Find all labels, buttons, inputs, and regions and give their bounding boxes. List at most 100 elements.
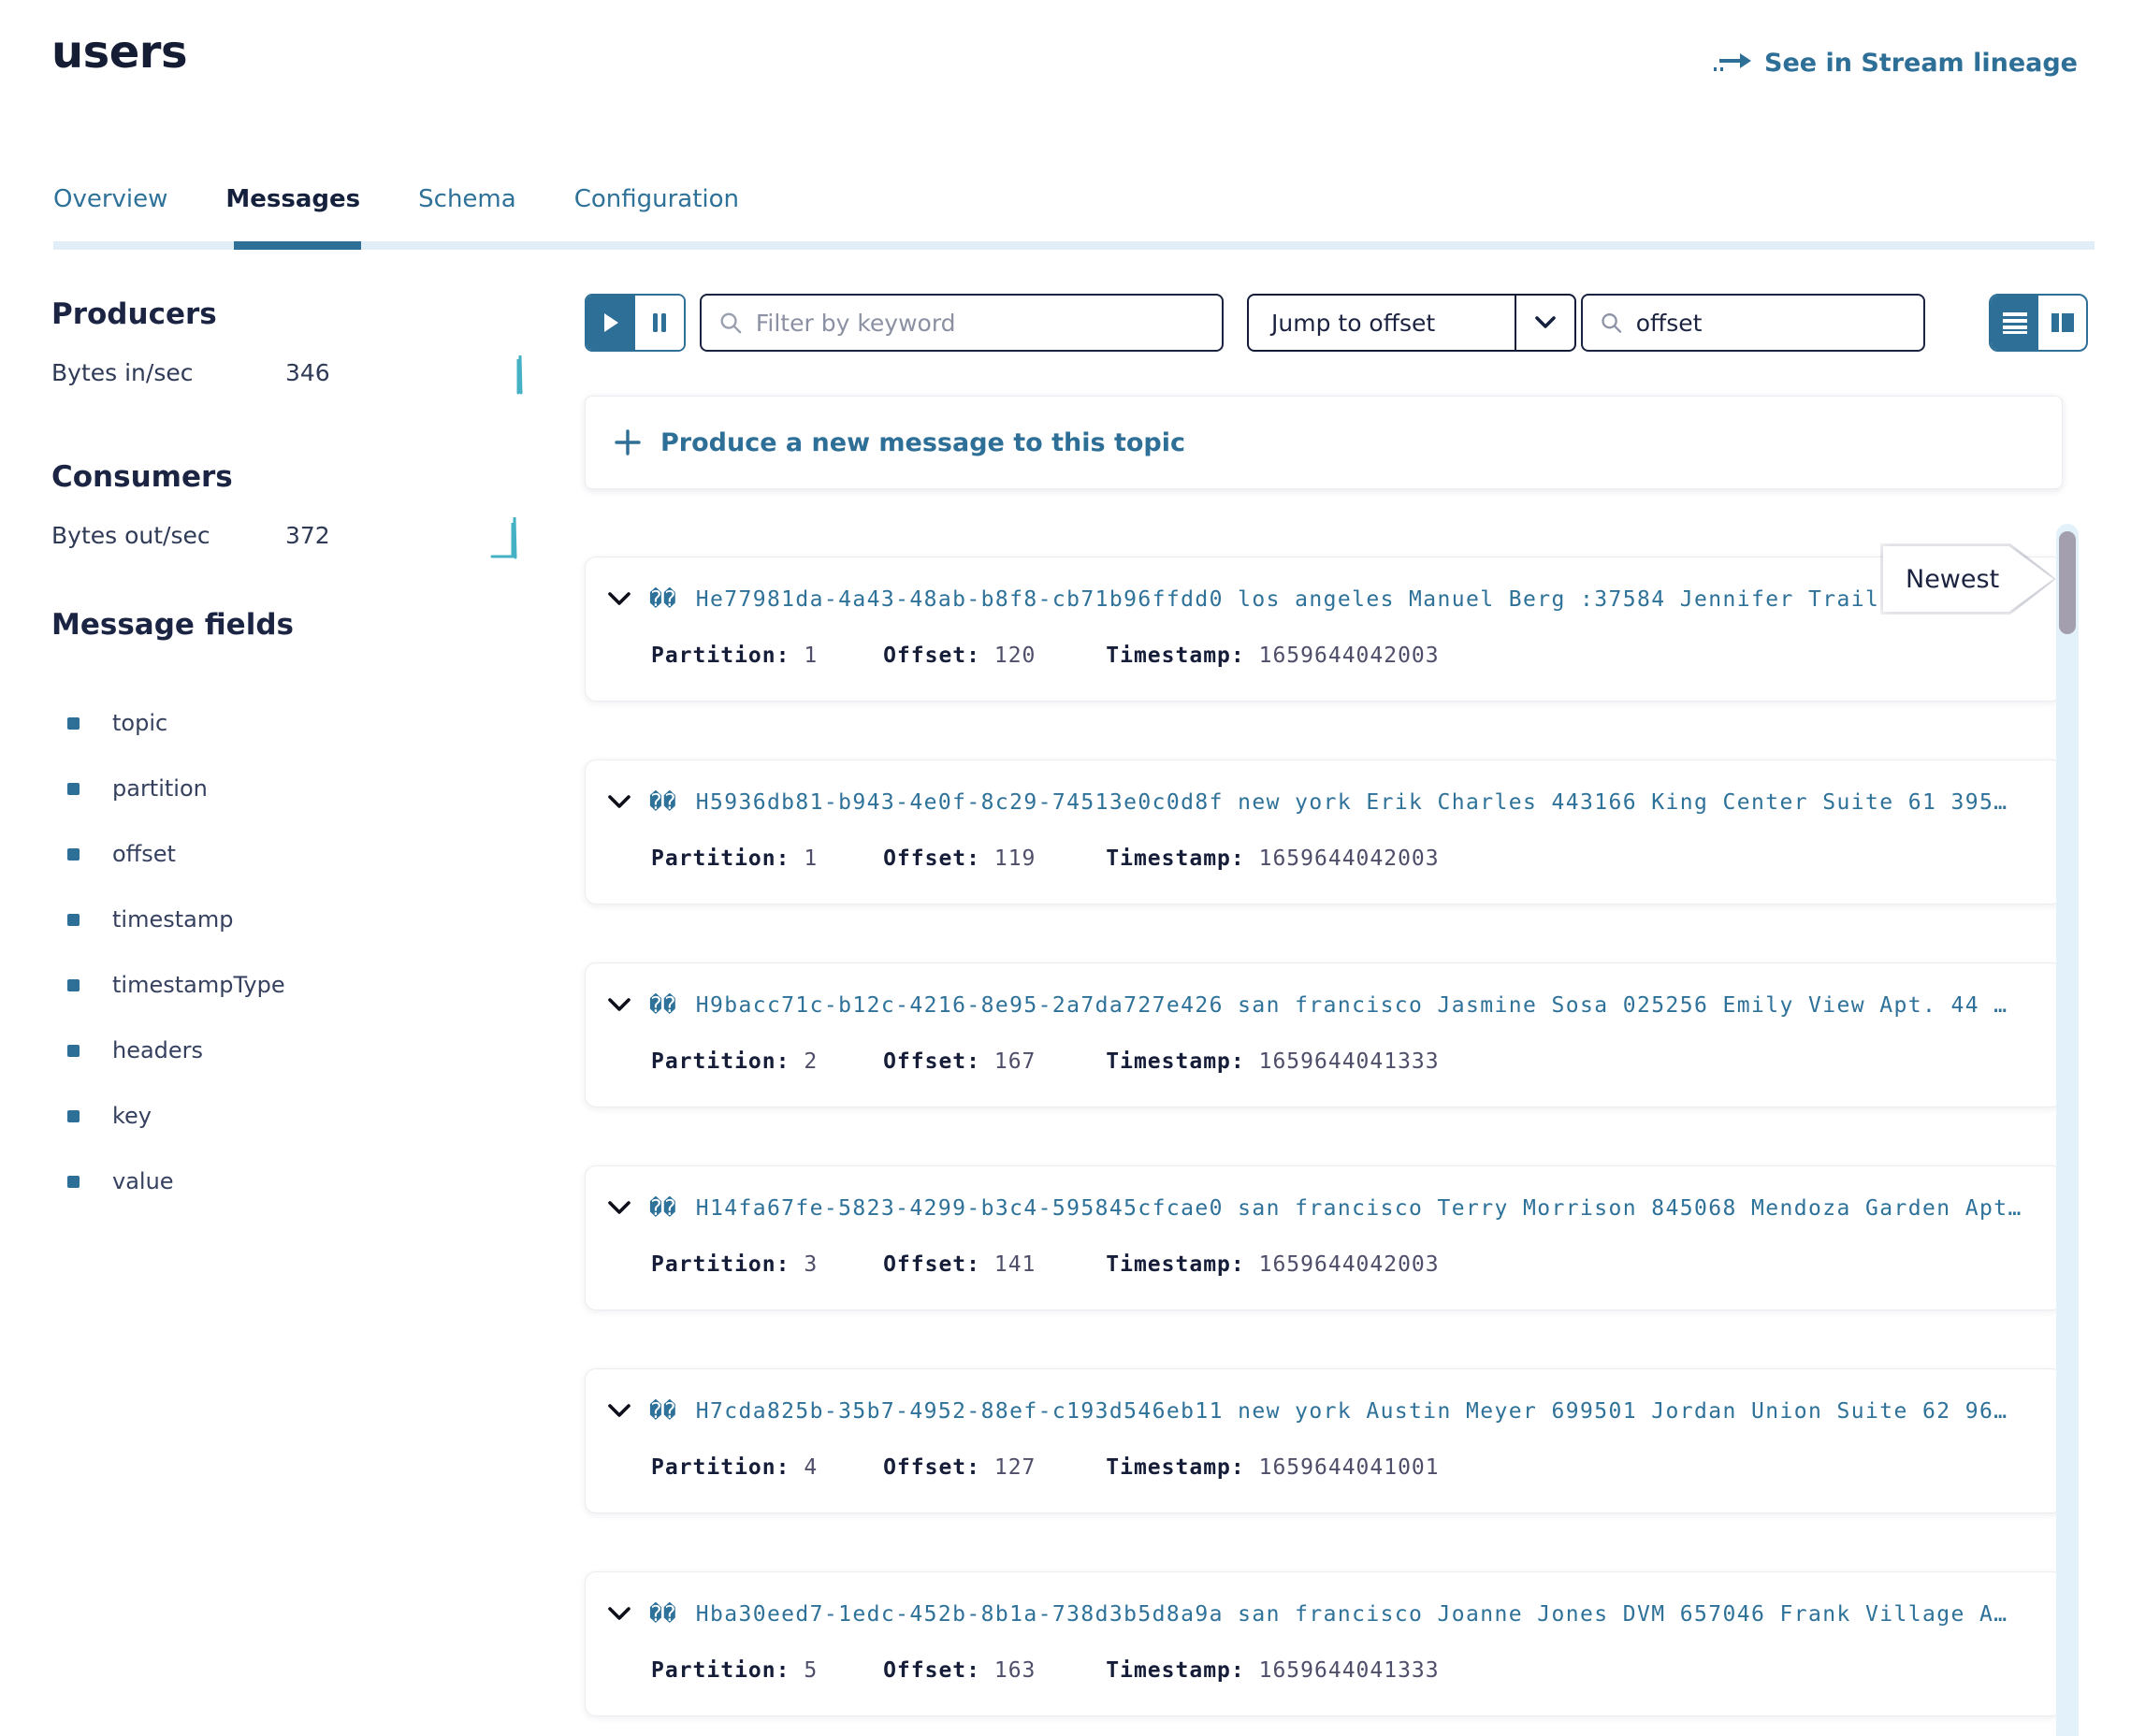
- message-row[interactable]: �� H14fa67fe-5823-4299-b3c4-595845cfcae0…: [585, 1165, 2063, 1310]
- produce-message-button[interactable]: Produce a new message to this topic: [585, 396, 2063, 489]
- message-key-glyphs: ��: [649, 1196, 677, 1221]
- message-summary-line: �� H14fa67fe-5823-4299-b3c4-595845cfcae0…: [608, 1196, 2047, 1221]
- bullet-square-icon: [67, 1176, 80, 1188]
- expand-chevron-icon[interactable]: [608, 998, 631, 1013]
- message-field-item: value: [67, 1149, 285, 1214]
- bullet-square-icon: [67, 979, 80, 991]
- partition-label: Partition:: [651, 1049, 790, 1074]
- message-field-item: timestamp: [67, 887, 285, 952]
- play-pause-group: [585, 294, 686, 352]
- newest-tooltip-label: Newest: [1906, 565, 1999, 594]
- bullet-square-icon: [67, 848, 80, 861]
- expand-chevron-icon[interactable]: [608, 1404, 631, 1419]
- partition-value: 5: [804, 1658, 818, 1683]
- message-summary-line: �� H5936db81-b943-4e0f-8c29-74513e0c0d8f…: [608, 790, 2047, 815]
- chevron-down-icon: [1516, 316, 1574, 329]
- timestamp-label: Timestamp:: [1106, 1658, 1244, 1683]
- tab-messages[interactable]: Messages: [225, 185, 360, 241]
- offset-input[interactable]: [1636, 310, 1906, 337]
- message-summary-line: �� H9bacc71c-b12c-4216-8e95-2a7da727e426…: [608, 993, 2047, 1018]
- expand-chevron-icon[interactable]: [608, 1607, 631, 1622]
- stream-lineage-link[interactable]: See in Stream lineage: [1712, 49, 2078, 78]
- message-row[interactable]: �� He77981da-4a43-48ab-b8f8-cb71b96ffdd0…: [585, 557, 2063, 702]
- timestamp-value: 1659644042003: [1259, 644, 1440, 668]
- message-summary[interactable]: H5936db81-b943-4e0f-8c29-74513e0c0d8f ne…: [696, 790, 2008, 815]
- message-meta: Partition: 2 Offset: 167 Timestamp: 1659…: [651, 1049, 1440, 1074]
- timestamp-label: Timestamp:: [1106, 644, 1244, 668]
- offset-value: 163: [994, 1658, 1037, 1683]
- partition-label: Partition:: [651, 846, 790, 871]
- message-row[interactable]: �� Hba30eed7-1edc-452b-8b1a-738d3b5d8a9a…: [585, 1571, 2063, 1716]
- message-row[interactable]: �� H9bacc71c-b12c-4216-8e95-2a7da727e426…: [585, 962, 2063, 1107]
- bytes-out-sparkline: [490, 514, 531, 559]
- message-field-item: partition: [67, 756, 285, 821]
- message-summary-line: �� Hba30eed7-1edc-452b-8b1a-738d3b5d8a9a…: [608, 1602, 2047, 1627]
- message-fields-heading: Message fields: [51, 608, 294, 642]
- message-row[interactable]: �� H5936db81-b943-4e0f-8c29-74513e0c0d8f…: [585, 760, 2063, 904]
- message-summary[interactable]: He77981da-4a43-48ab-b8f8-cb71b96ffdd0 lo…: [696, 587, 1908, 612]
- partition-value: 3: [804, 1252, 818, 1277]
- partition-label: Partition:: [651, 1455, 790, 1480]
- message-field-label: value: [112, 1168, 174, 1194]
- message-field-label: offset: [112, 841, 176, 867]
- plus-icon: [614, 428, 642, 456]
- message-field-label: key: [112, 1103, 152, 1129]
- bytes-in-value: 346: [285, 359, 330, 386]
- partition-label: Partition:: [651, 1252, 790, 1277]
- produce-message-label: Produce a new message to this topic: [660, 428, 1185, 457]
- message-summary[interactable]: H14fa67fe-5823-4299-b3c4-595845cfcae0 sa…: [696, 1196, 2022, 1221]
- filter-input[interactable]: [756, 310, 1205, 337]
- offset-value: 119: [994, 846, 1037, 871]
- message-meta: Partition: 3 Offset: 141 Timestamp: 1659…: [651, 1252, 1440, 1277]
- partition-value: 1: [804, 644, 818, 668]
- message-summary-line: �� H7cda825b-35b7-4952-88ef-c193d546eb11…: [608, 1399, 2047, 1424]
- consumers-metric-row: Bytes out/sec 372: [51, 522, 538, 549]
- message-key-glyphs: ��: [649, 1602, 677, 1627]
- message-summary[interactable]: Hba30eed7-1edc-452b-8b1a-738d3b5d8a9a sa…: [696, 1602, 2008, 1627]
- play-button[interactable]: [587, 296, 635, 350]
- message-meta: Partition: 4 Offset: 127 Timestamp: 1659…: [651, 1455, 1440, 1480]
- bullet-square-icon: [67, 1045, 80, 1057]
- message-row[interactable]: �� H7cda825b-35b7-4952-88ef-c193d546eb11…: [585, 1368, 2063, 1513]
- offset-label: Offset:: [883, 1658, 980, 1683]
- message-field-label: headers: [112, 1037, 203, 1063]
- message-meta: Partition: 1 Offset: 120 Timestamp: 1659…: [651, 644, 1440, 668]
- timestamp-value: 1659644041333: [1259, 1658, 1440, 1683]
- producers-heading: Producers: [51, 297, 217, 331]
- message-summary-line: �� He77981da-4a43-48ab-b8f8-cb71b96ffdd0…: [608, 587, 2047, 612]
- bytes-in-label: Bytes in/sec: [51, 359, 193, 386]
- message-summary[interactable]: H9bacc71c-b12c-4216-8e95-2a7da727e426 sa…: [696, 993, 2008, 1018]
- timestamp-value: 1659644041333: [1259, 1049, 1440, 1074]
- message-summary[interactable]: H7cda825b-35b7-4952-88ef-c193d546eb11 ne…: [696, 1399, 2008, 1424]
- tab-schema[interactable]: Schema: [418, 185, 516, 241]
- timestamp-value: 1659644041001: [1259, 1455, 1440, 1480]
- tab-overview[interactable]: Overview: [53, 185, 167, 241]
- list-view-button[interactable]: [1991, 296, 2038, 350]
- jump-to-offset-select[interactable]: Jump to offset: [1247, 294, 1576, 352]
- bytes-out-label: Bytes out/sec: [51, 522, 210, 549]
- scrollbar-track[interactable]: [2056, 524, 2079, 1736]
- expand-chevron-icon[interactable]: [608, 795, 631, 810]
- partition-value: 2: [804, 1049, 818, 1074]
- page-title: users: [51, 26, 187, 79]
- offset-label: Offset:: [883, 1252, 980, 1277]
- pause-button[interactable]: [635, 296, 684, 350]
- message-key-glyphs: ��: [649, 587, 677, 612]
- message-list: �� He77981da-4a43-48ab-b8f8-cb71b96ffdd0…: [585, 557, 2063, 1736]
- split-view-button[interactable]: [2038, 296, 2086, 350]
- message-field-label: topic: [112, 710, 167, 736]
- stream-lineage-label: See in Stream lineage: [1764, 49, 2078, 78]
- timestamp-label: Timestamp:: [1106, 1455, 1244, 1480]
- message-field-label: timestamp: [112, 906, 233, 933]
- expand-chevron-icon[interactable]: [608, 592, 631, 607]
- message-field-item: offset: [67, 821, 285, 887]
- bullet-square-icon: [67, 914, 80, 926]
- message-meta: Partition: 5 Offset: 163 Timestamp: 1659…: [651, 1658, 1440, 1683]
- expand-chevron-icon[interactable]: [608, 1201, 631, 1216]
- scrollbar-thumb[interactable]: [2059, 531, 2076, 634]
- partition-label: Partition:: [651, 1658, 790, 1683]
- tab-configuration[interactable]: Configuration: [574, 185, 739, 241]
- view-toggle-group: [1989, 294, 2088, 352]
- partition-value: 1: [804, 846, 818, 871]
- message-meta: Partition: 1 Offset: 119 Timestamp: 1659…: [651, 846, 1440, 871]
